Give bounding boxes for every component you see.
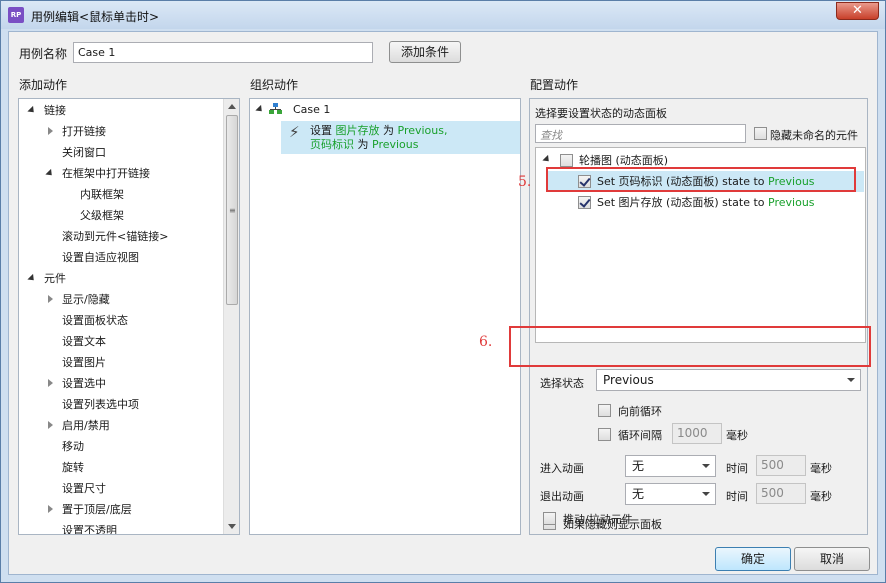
axure-rp-icon: RP (8, 7, 24, 23)
organize-actions-panel: Case 1 ⚡ 设置 图片存放 为 Previous, 页码标识 为 Prev… (249, 98, 521, 535)
annotation-5: 5. (518, 174, 532, 190)
loop-forward-checkbox[interactable] (598, 404, 611, 417)
ok-button[interactable]: 确定 (715, 547, 791, 571)
add-condition-button[interactable]: 添加条件 (389, 41, 461, 63)
action-item[interactable]: 设置文本 (62, 331, 106, 352)
action-description: 设置 图片存放 为 Previous, 页码标识 为 Previous (310, 124, 448, 151)
select-state-dropdown[interactable]: Previous (596, 369, 861, 391)
root-checkbox[interactable] (560, 154, 573, 167)
enter-anim-dropdown[interactable]: 无 (625, 455, 716, 477)
chevron-down-icon (702, 492, 710, 496)
exit-anim-label: 退出动画 (540, 490, 584, 503)
action-item[interactable]: 设置尺寸 (62, 478, 106, 499)
collapse-icon[interactable] (48, 379, 53, 387)
add-actions-panel: 链接 打开链接 关闭窗口 在框架中打开链接 内联框架 父级框架 滚动到元件<锚链接> 设置自适… (18, 98, 240, 535)
collapse-icon[interactable] (48, 127, 53, 135)
hide-unnamed-checkbox[interactable] (754, 127, 767, 140)
tree-item-2[interactable]: Set 图片存放 (动态面板) state to Previous (597, 192, 815, 213)
push-pull-label: 推动/拉动元件 (563, 513, 633, 526)
action-item[interactable]: 设置自适应视图 (62, 247, 139, 268)
action-item[interactable]: 内联框架 (80, 184, 124, 205)
case-icon (269, 103, 282, 114)
configure-actions-title: 配置动作 (530, 78, 579, 92)
action-item[interactable]: 设置不透明 (62, 520, 117, 534)
enter-anim-unit: 毫秒 (810, 462, 832, 475)
expand-icon[interactable] (255, 104, 265, 115)
action-item[interactable]: 链接 (44, 100, 66, 121)
action-item[interactable]: 启用/禁用 (62, 415, 110, 436)
exit-anim-time-label: 时间 (726, 490, 748, 503)
search-input[interactable]: 查找 (535, 124, 746, 143)
window-title: 用例编辑<鼠标单击时> (31, 10, 160, 24)
select-state-label: 选择状态 (540, 377, 584, 390)
scroll-down-icon[interactable] (228, 524, 236, 529)
loop-interval-input[interactable]: 1000 (672, 423, 722, 444)
exit-anim-time-input[interactable]: 500 (756, 483, 806, 504)
expand-icon[interactable] (45, 168, 55, 179)
loop-interval-label: 循环间隔 (618, 429, 662, 442)
action-item[interactable]: 元件 (44, 268, 66, 289)
chevron-down-icon (847, 378, 855, 382)
action-item[interactable]: 打开链接 (62, 121, 106, 142)
action-item[interactable]: 移动 (62, 436, 84, 457)
lightning-icon: ⚡ (289, 123, 300, 141)
case-item[interactable]: Case 1 (293, 99, 330, 120)
loop-forward-label: 向前循环 (618, 405, 662, 418)
expand-icon[interactable] (27, 273, 37, 284)
actions-scrollbar[interactable]: ≡ (223, 99, 239, 534)
add-actions-title: 添加动作 (19, 78, 68, 92)
close-icon: ✕ (852, 3, 863, 18)
collapse-icon[interactable] (48, 295, 53, 303)
item2-checkbox[interactable] (578, 196, 591, 209)
cancel-button[interactable]: 取消 (794, 547, 870, 571)
case-name-input[interactable]: Case 1 (73, 42, 373, 63)
enter-anim-time-label: 时间 (726, 462, 748, 475)
configure-actions-panel: 选择要设置状态的动态面板 查找 隐藏未命名的元件 轮播图 (动态面板) Set … (529, 98, 868, 535)
annotation-box-6 (509, 326, 871, 367)
close-button[interactable]: ✕ (836, 2, 879, 20)
action-item[interactable]: 旋转 (62, 457, 84, 478)
hide-unnamed-label: 隐藏未命名的元件 (770, 129, 858, 142)
loop-interval-checkbox[interactable] (598, 428, 611, 441)
tree-expand-icon[interactable] (542, 154, 552, 165)
case-name-label: 用例名称 (19, 47, 68, 61)
action-item[interactable]: 滚动到元件<锚链接> (62, 226, 168, 247)
action-item[interactable]: 设置面板状态 (62, 310, 128, 331)
action-item[interactable]: 设置图片 (62, 352, 106, 373)
action-item[interactable]: 父级框架 (80, 205, 124, 226)
action-item[interactable]: 设置列表选中项 (62, 394, 139, 415)
grip-icon: ≡ (229, 206, 236, 215)
scroll-up-icon[interactable] (228, 104, 236, 109)
action-item[interactable]: 关闭窗口 (62, 142, 106, 163)
action-item[interactable]: 置于顶层/底层 (62, 499, 132, 520)
exit-anim-unit: 毫秒 (810, 490, 832, 503)
collapse-icon[interactable] (48, 421, 53, 429)
title-bar: RP 用例编辑<鼠标单击时> ✕ (1, 1, 885, 29)
dialog-client: 用例名称 Case 1 添加条件 添加动作 组织动作 配置动作 链接 打开链接 关闭… (8, 31, 878, 575)
enter-anim-time-input[interactable]: 500 (756, 455, 806, 476)
enter-anim-label: 进入动画 (540, 462, 584, 475)
configure-subtitle: 选择要设置状态的动态面板 (535, 107, 667, 120)
collapse-icon[interactable] (48, 505, 53, 513)
organize-actions-title: 组织动作 (250, 78, 299, 92)
selected-action-row[interactable]: ⚡ 设置 图片存放 为 Previous, 页码标识 为 Previous (281, 121, 520, 154)
action-item[interactable]: 在框架中打开链接 (62, 163, 150, 184)
chevron-down-icon (702, 464, 710, 468)
push-pull-checkbox[interactable] (543, 512, 556, 525)
loop-interval-unit: 毫秒 (726, 429, 748, 442)
expand-icon[interactable] (27, 105, 37, 116)
annotation-box-5 (546, 167, 856, 192)
annotation-6: 6. (479, 334, 493, 350)
exit-anim-dropdown[interactable]: 无 (625, 483, 716, 505)
dialog-window: RP 用例编辑<鼠标单击时> ✕ 用例名称 Case 1 添加条件 添加动作 组… (0, 0, 886, 583)
action-item[interactable]: 显示/隐藏 (62, 289, 110, 310)
action-item[interactable]: 设置选中 (62, 373, 106, 394)
